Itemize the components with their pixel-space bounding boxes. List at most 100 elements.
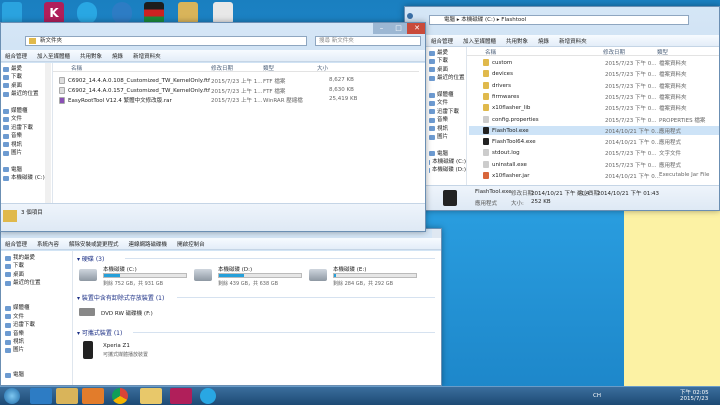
time-display[interactable]: 下午 02:05 — [680, 388, 709, 396]
flag-desktop-icon[interactable] — [144, 2, 164, 24]
toolbar-manage[interactable]: 組合管理 — [5, 52, 27, 60]
toolbar-control-panel[interactable]: 開啟控制台 — [177, 240, 205, 248]
sidebar-item[interactable]: 視訊 — [5, 338, 72, 346]
sidebar-item[interactable]: 音樂 — [5, 330, 72, 338]
sidebar-item[interactable]: 迅雷下載 — [5, 321, 72, 329]
sidebar-item[interactable]: 本機磁碟 (C:) — [429, 158, 466, 166]
sidebar-item[interactable]: 最近的位置 — [429, 74, 466, 82]
col-name[interactable]: 名稱 — [71, 64, 82, 72]
col-date[interactable]: 修改日期 — [603, 48, 625, 56]
k-app-desktop-icon[interactable]: K — [44, 2, 64, 24]
chrome-icon[interactable] — [112, 388, 128, 404]
file-row[interactable]: uninstall.exe 2015/7/23 下午 0... 應用程式 — [469, 160, 719, 169]
toolbar-new-folder[interactable]: 新增資料夾 — [133, 52, 161, 60]
breadcrumb[interactable]: 電腦 ▸ 本機磁碟 (C:) ▸ Flashtool — [429, 15, 689, 25]
date-display[interactable]: 2015/7/23 — [680, 396, 708, 402]
sidebar-item[interactable]: 文件 — [5, 313, 72, 321]
drive-tile[interactable]: 本機磁碟 (C:) 剩餘 752 GB，共 931 GB — [79, 265, 191, 289]
sidebar-item[interactable]: 下載 — [429, 57, 466, 65]
file-row[interactable]: C6902_14.4.A.0.157_Customized_TW_KernelO… — [59, 86, 419, 95]
folder-desktop-icon[interactable] — [178, 2, 198, 24]
sidebar-item[interactable]: 音樂 — [429, 116, 466, 124]
col-size[interactable]: 大小 — [317, 64, 328, 72]
start-icon[interactable] — [4, 388, 20, 404]
file-row[interactable]: config.properties 2015/7/23 下午 0... PROPER… — [469, 115, 719, 124]
sidebar-item[interactable]: 最愛 — [429, 49, 466, 57]
col-name[interactable]: 名稱 — [485, 48, 496, 56]
close-button[interactable]: ✕ — [407, 23, 425, 34]
sticky-note[interactable] — [624, 188, 720, 386]
drive-usage-bar — [103, 273, 187, 278]
address-bar[interactable]: 新文件夾 — [25, 36, 307, 46]
maximize-button[interactable]: □ — [390, 23, 407, 34]
skype-icon[interactable] — [200, 388, 216, 404]
file-row[interactable]: custom 2015/7/23 下午 0... 檔案資料夾 — [469, 58, 719, 67]
file-row[interactable]: stdout.log 2015/7/23 下午 0... 文字文件 — [469, 148, 719, 157]
new-folder-explorer-window[interactable]: – □ ✕ 新文件夾 搜尋 新文件夾 組合管理 加入至媒體櫃 共用對象 燒錄 新… — [0, 22, 426, 232]
sidebar-item[interactable]: 電腦 — [429, 150, 466, 158]
sidebar-item[interactable]: 圖片 — [429, 133, 466, 141]
toolbar-burn[interactable]: 燒錄 — [538, 37, 549, 45]
sidebar-item — [5, 363, 72, 371]
language-indicator[interactable]: CH — [593, 393, 601, 399]
file-row[interactable]: x10flasher.jar 2014/10/21 下午 0... Executab… — [469, 171, 719, 180]
sidebar-item[interactable]: 迅雷下載 — [429, 108, 466, 116]
file-row[interactable]: FlashTool.exe 2014/10/21 下午 0... 應用程式 — [469, 125, 719, 135]
file-row[interactable]: FlashTool64.exe 2014/10/21 下午 0... 應用程式 — [469, 137, 719, 146]
section-removable[interactable]: ▾ 裝置中含有卸除式存放裝置 (1) — [77, 293, 164, 302]
sidebar-item[interactable]: 桌面 — [429, 66, 466, 74]
sidebar-item[interactable]: 媒體櫃 — [429, 91, 466, 99]
skype-desktop-icon[interactable] — [77, 2, 97, 24]
sidebar-item[interactable]: 文件 — [429, 99, 466, 107]
file-row[interactable]: drivers 2015/7/23 下午 0... 檔案資料夾 — [469, 81, 719, 90]
doc-desktop-icon[interactable] — [213, 2, 233, 24]
section-hdd[interactable]: ▾ 硬碟 (3) — [77, 254, 104, 263]
sidebar-item[interactable]: 圖片 — [5, 346, 72, 354]
flashtool-explorer-window[interactable]: 電腦 ▸ 本機磁碟 (C:) ▸ Flashtool 組合管理 加入至媒體櫃 共… — [404, 6, 720, 211]
section-portable[interactable]: ▾ 可攜式裝置 (1) — [77, 328, 122, 337]
sidebar-item[interactable]: 我的最愛 — [5, 254, 72, 262]
ie-desktop-icon[interactable] — [112, 2, 132, 24]
explorer-icon[interactable] — [56, 388, 78, 404]
ie-icon[interactable] — [30, 388, 52, 404]
toolbar-add-library[interactable]: 加入至媒體櫃 — [463, 37, 496, 45]
search-input[interactable]: 搜尋 新文件夾 — [315, 36, 421, 46]
sidebar-item[interactable]: 本機磁碟 (D:) — [429, 166, 466, 174]
drive-tile[interactable]: 本機磁碟 (E:) 剩餘 284 GB，共 292 GB — [309, 265, 421, 289]
folder-icon[interactable] — [140, 388, 162, 404]
sidebar-item[interactable]: 下載 — [5, 262, 72, 270]
drive-tile[interactable]: 本機磁碟 (D:) 剩餘 439 GB，共 638 GB — [194, 265, 306, 289]
computer-explorer-window[interactable]: 組合管理 系統內容 解除安裝或變更程式 連線網路磁碟機 開啟控制台 我的最愛 下載… — [0, 228, 442, 386]
minimize-button[interactable]: – — [373, 23, 390, 34]
file-row[interactable]: C6902_14.4.A.0.108_Customized_TW_KernelO… — [59, 76, 419, 85]
toolbar-manage[interactable]: 組合管理 — [431, 37, 453, 45]
col-date[interactable]: 修改日期 — [211, 64, 233, 72]
toolbar-share[interactable]: 共用對象 — [506, 37, 528, 45]
sidebar-item[interactable]: 視訊 — [429, 125, 466, 133]
col-type[interactable]: 類型 — [657, 48, 668, 56]
toolbar-add-library[interactable]: 加入至媒體櫃 — [37, 52, 70, 60]
sidebar-item[interactable]: 桌面 — [5, 271, 72, 279]
toolbar-system-properties[interactable]: 系統內容 — [37, 240, 59, 248]
file-row[interactable]: x10flasher_lib 2015/7/23 下午 0... 檔案資料夾 — [469, 103, 719, 112]
dvd-drive[interactable]: DVD RW 磁碟機 (F:) — [79, 306, 199, 320]
toolbar-manage[interactable]: 組合管理 — [5, 240, 27, 248]
skype-desktop-icon[interactable] — [2, 2, 22, 24]
toolbar-share[interactable]: 共用對象 — [80, 52, 102, 60]
sidebar-scrollbar[interactable] — [45, 63, 51, 203]
k-app-icon[interactable] — [170, 388, 192, 404]
toolbar-map-drive[interactable]: 連線網路磁碟機 — [129, 240, 168, 248]
toolbar-new-folder[interactable]: 新增資料夾 — [559, 37, 587, 45]
file-icon — [483, 115, 489, 123]
toolbar-burn[interactable]: 燒錄 — [112, 52, 123, 60]
sidebar-item[interactable]: 電腦 — [5, 371, 72, 379]
portable-device[interactable]: Xperia Z1 可攜式媒體播放裝置 — [83, 341, 203, 361]
sidebar-item[interactable]: 媒體櫃 — [5, 304, 72, 312]
toolbar-uninstall[interactable]: 解除安裝或變更程式 — [69, 240, 119, 248]
file-row[interactable]: firmwares 2015/7/23 下午 0... 檔案資料夾 — [469, 92, 719, 101]
media-icon[interactable] — [82, 388, 104, 404]
file-row[interactable]: EasyRootTool V12.4 繁體中文修改版.rar 2015/7/23 … — [59, 95, 419, 104]
sidebar-item[interactable]: 最近的位置 — [5, 279, 72, 287]
file-row[interactable]: devices 2015/7/23 下午 0... 檔案資料夾 — [469, 69, 719, 78]
col-type[interactable]: 類型 — [263, 64, 274, 72]
